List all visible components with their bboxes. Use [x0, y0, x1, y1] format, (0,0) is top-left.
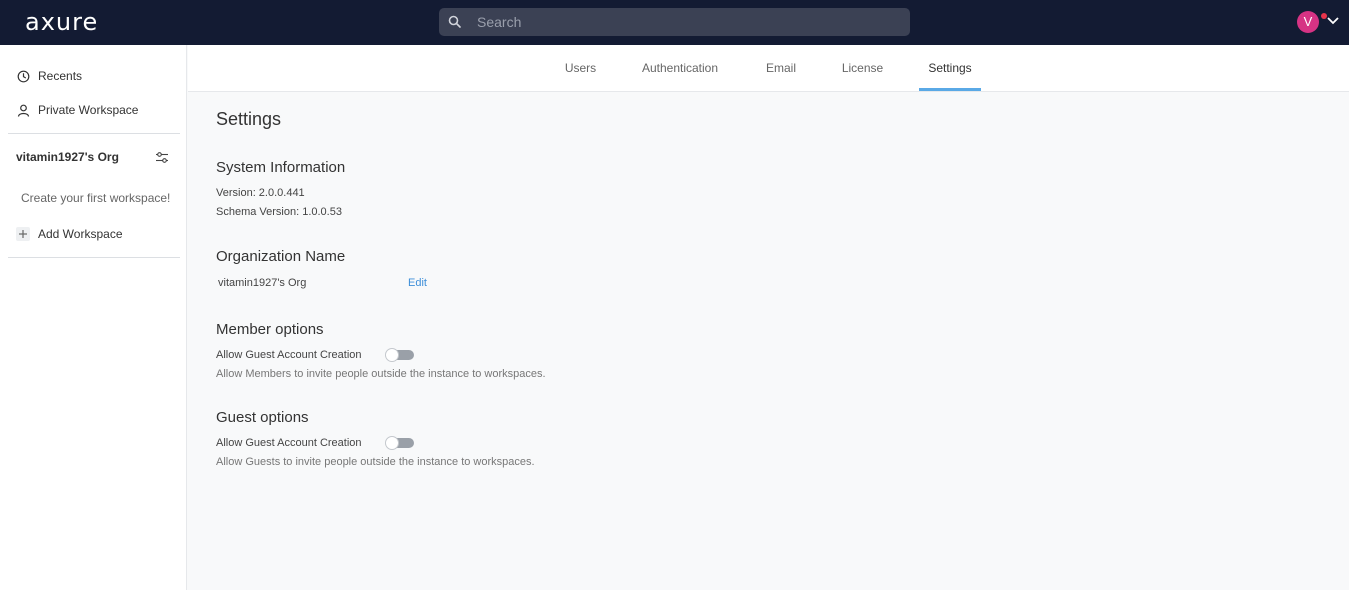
plus-icon	[16, 227, 30, 241]
schema-version-text: Schema Version: 1.0.0.53	[216, 206, 342, 218]
sidebar: Recents Private Workspace vitamin1927's …	[0, 45, 187, 590]
guest-options-heading: Guest options	[216, 409, 309, 426]
org-name[interactable]: vitamin1927's Org	[16, 150, 119, 164]
organization-name-value: vitamin1927's Org	[218, 277, 307, 289]
admin-tabs: Users Authentication Email License Setti…	[188, 45, 1349, 92]
top-bar: axure V	[0, 0, 1349, 45]
guest-options-description: Allow Guests to invite people outside th…	[216, 456, 535, 468]
version-text: Version: 2.0.0.441	[216, 187, 305, 199]
tab-email[interactable]: Email	[758, 45, 804, 91]
settings-panel: Settings System Information Version: 2.0…	[188, 92, 1349, 590]
tab-users[interactable]: Users	[558, 45, 603, 91]
system-info-heading: System Information	[216, 159, 346, 176]
add-workspace-label: Add Workspace	[38, 227, 123, 241]
tab-settings[interactable]: Settings	[919, 45, 981, 91]
member-guest-toggle-label: Allow Guest Account Creation	[216, 349, 362, 361]
user-icon	[16, 103, 30, 117]
edit-organization-link[interactable]: Edit	[408, 277, 427, 289]
chevron-down-icon[interactable]	[1327, 16, 1339, 26]
sidebar-item-label: Recents	[38, 69, 83, 83]
avatar[interactable]: V	[1297, 11, 1319, 33]
tab-authentication[interactable]: Authentication	[638, 45, 722, 91]
clock-icon	[16, 69, 30, 83]
member-options-heading: Member options	[216, 321, 324, 338]
organization-name-heading: Organization Name	[216, 248, 346, 265]
toggle-knob	[385, 436, 399, 450]
add-workspace-button[interactable]: Add Workspace	[16, 224, 123, 244]
tab-license[interactable]: License	[838, 45, 887, 91]
search-box[interactable]	[439, 8, 910, 36]
search-icon	[448, 15, 461, 28]
page-title: Settings	[216, 109, 282, 129]
sliders-icon[interactable]	[155, 151, 169, 164]
sidebar-item-private-workspace[interactable]: Private Workspace	[16, 100, 138, 120]
sidebar-item-recents[interactable]: Recents	[16, 66, 82, 86]
sidebar-divider	[8, 257, 180, 258]
guest-guest-toggle-label: Allow Guest Account Creation	[216, 437, 362, 449]
guest-guest-toggle[interactable]	[385, 436, 415, 450]
create-workspace-hint: Create your first workspace!	[21, 191, 171, 205]
axure-logo[interactable]: axure	[25, 8, 98, 36]
search-input[interactable]	[477, 8, 897, 36]
toggle-knob	[385, 348, 399, 362]
sidebar-divider	[8, 133, 180, 134]
sidebar-item-label: Private Workspace	[38, 103, 139, 117]
member-options-description: Allow Members to invite people outside t…	[216, 368, 546, 380]
user-menu[interactable]: V	[1297, 10, 1341, 34]
member-guest-toggle[interactable]	[385, 348, 415, 362]
